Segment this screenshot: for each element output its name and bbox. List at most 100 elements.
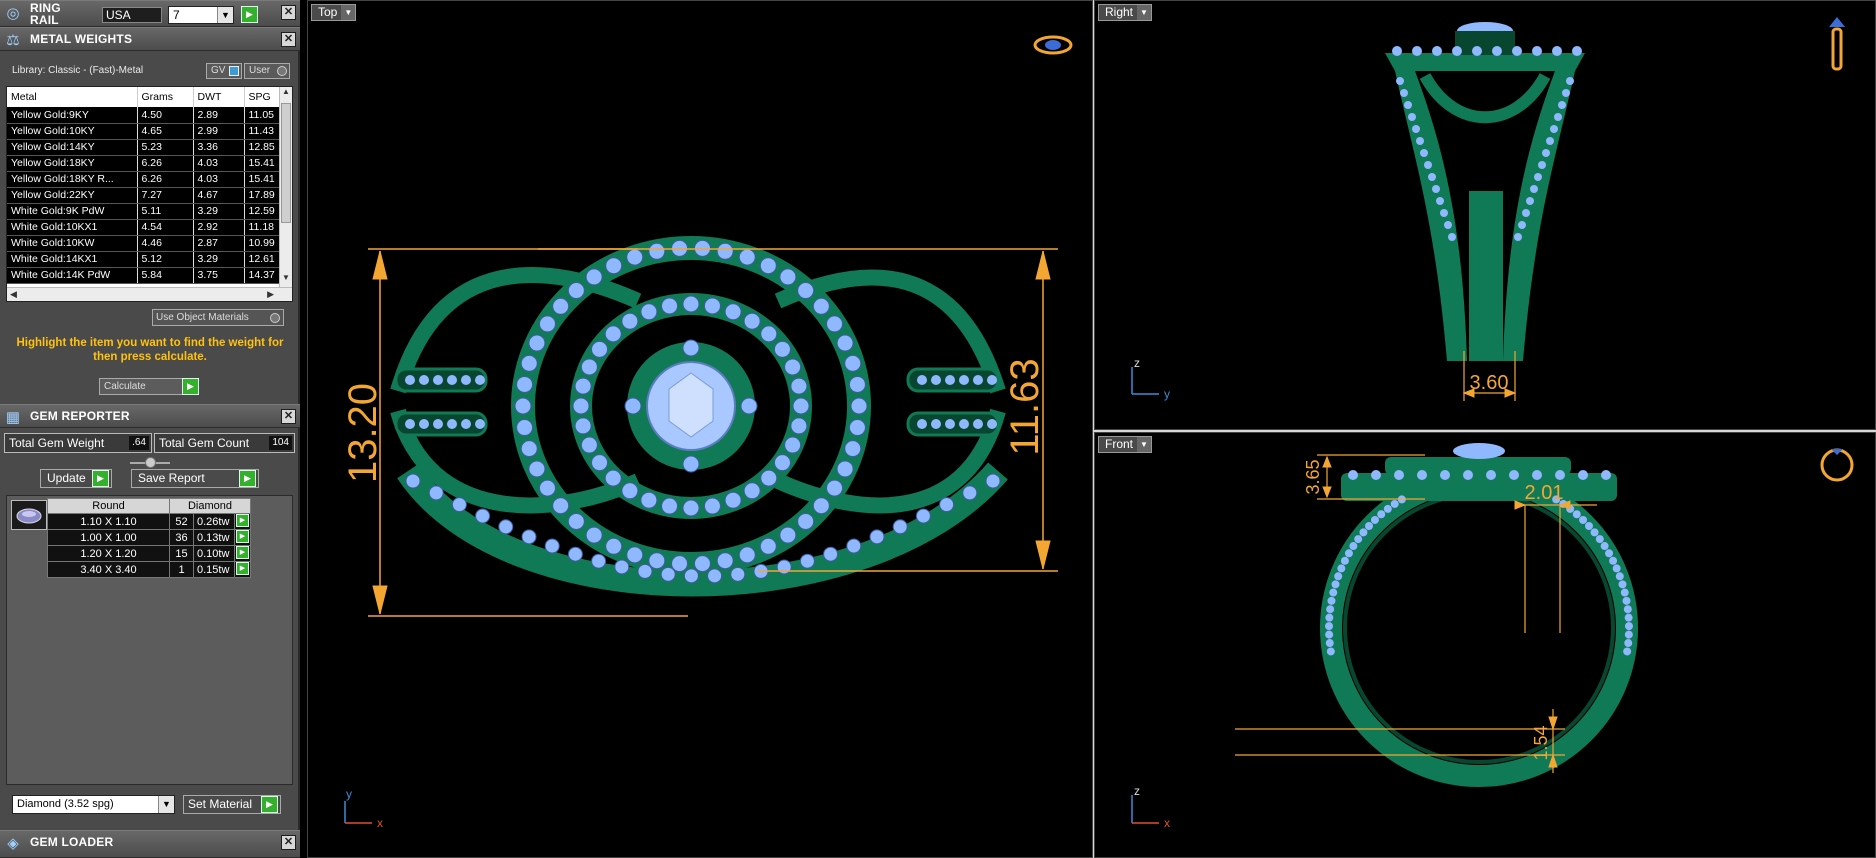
outer-halo-gem <box>528 334 546 352</box>
scroll-up-icon[interactable]: ▲ <box>280 87 292 101</box>
middle-halo-gem <box>784 358 802 376</box>
metal-name-cell: White Gold:10KX1 <box>7 219 138 236</box>
gv-toggle-indicator[interactable] <box>229 66 239 76</box>
round-gem-thumbnail[interactable] <box>11 500 47 530</box>
use-object-materials-indicator[interactable] <box>270 313 280 323</box>
gem-row-action[interactable]: ▶ <box>234 545 251 562</box>
gem-reporter-close-icon[interactable]: ✕ <box>281 409 296 424</box>
head-gem <box>1412 46 1422 56</box>
column-header-dwt[interactable]: DWT <box>193 87 245 107</box>
save-report-button[interactable]: Save Report ▶ <box>131 469 259 488</box>
top-viewport[interactable]: 13.20 11.63 y x Top ▼ <box>307 0 1093 858</box>
metal-row[interactable]: Yellow Gold:9KY 4.50 2.89 11.05 <box>7 107 281 124</box>
side-gem <box>1546 137 1554 145</box>
chevron-down-icon[interactable]: ▼ <box>341 5 356 20</box>
dim-bottom-label: 1.54 <box>1531 725 1551 760</box>
column-header-metal[interactable]: Metal <box>7 87 138 107</box>
ring-rail-go-button[interactable]: ▶ <box>241 6 258 23</box>
scroll-right-icon[interactable]: ▶ <box>267 289 274 300</box>
metal-row[interactable]: Yellow Gold:18KY R... 6.26 4.03 15.41 <box>7 171 281 188</box>
user-toggle-indicator[interactable] <box>277 66 287 76</box>
middle-halo-gem <box>621 312 639 330</box>
metal-table-vertical-scrollbar[interactable]: ▲ ▼ <box>279 87 292 287</box>
set-material-button[interactable]: Set Material ▶ <box>183 795 281 814</box>
metal-grams-cell: 4.54 <box>137 219 194 236</box>
top-view-ring-icon[interactable] <box>1033 35 1073 55</box>
ring-rail-close-icon[interactable]: ✕ <box>281 5 296 20</box>
metal-row[interactable]: Yellow Gold:18KY 6.26 4.03 15.41 <box>7 155 281 172</box>
metal-row[interactable]: Yellow Gold:10KY 4.65 2.99 11.43 <box>7 123 281 140</box>
front-gem <box>1325 639 1334 648</box>
metal-row[interactable]: White Gold:14KX1 5.12 3.29 12.61 <box>7 251 281 268</box>
lower-band-gem <box>939 497 955 513</box>
top-view-label[interactable]: Top ▼ <box>311 4 357 21</box>
update-button[interactable]: Update ▶ <box>40 469 112 488</box>
calculate-go-icon[interactable]: ▶ <box>182 378 199 395</box>
scroll-left-icon[interactable]: ◀ <box>10 289 17 300</box>
column-header-spg[interactable]: SPG <box>244 87 281 107</box>
gem-select-icon[interactable]: ▶ <box>236 546 249 559</box>
set-material-go-icon[interactable]: ▶ <box>261 796 278 813</box>
top-view-canvas: 13.20 11.63 y x <box>341 35 1073 830</box>
use-object-materials-toggle[interactable]: Use Object Materials <box>152 309 284 326</box>
band-gem <box>447 419 457 429</box>
gem-select-icon[interactable]: ▶ <box>236 530 249 543</box>
front-gem <box>1365 522 1374 531</box>
gem-loader-close-icon[interactable]: ✕ <box>281 835 296 850</box>
gem-row-action[interactable]: ▶ <box>234 513 251 530</box>
scroll-thumb[interactable] <box>281 103 291 223</box>
metal-dwt-cell: 2.99 <box>193 123 245 140</box>
outer-halo-gem <box>552 497 570 515</box>
chevron-down-icon[interactable]: ▼ <box>1137 5 1152 20</box>
lower-band-gem <box>892 519 908 535</box>
dim-width-label: 11.63 <box>1003 358 1047 455</box>
save-report-go-icon[interactable]: ▶ <box>239 470 256 487</box>
front-view-label[interactable]: Front ▼ <box>1098 436 1153 453</box>
splitter-handle[interactable] <box>145 457 156 468</box>
chevron-down-icon[interactable]: ▼ <box>217 7 233 23</box>
gem-row[interactable]: 1.00 X 1.00 36 0.13tw ▶ <box>47 529 251 546</box>
middle-halo-gem <box>580 436 598 454</box>
metal-row[interactable]: White Gold:14K PdW 5.84 3.75 14.37 <box>7 267 281 284</box>
metal-weights-close-icon[interactable]: ✕ <box>281 32 296 47</box>
ring-size-select[interactable]: 7 ▼ <box>168 6 234 24</box>
gem-select-icon[interactable]: ▶ <box>236 562 249 575</box>
gv-toggle[interactable]: GV <box>206 63 242 79</box>
metal-row[interactable]: White Gold:9K PdW 5.11 3.29 12.59 <box>7 203 281 220</box>
metal-row[interactable]: White Gold:10KX1 4.54 2.92 11.18 <box>7 219 281 236</box>
chevron-down-icon[interactable]: ▼ <box>1137 437 1152 452</box>
right-viewport[interactable]: 3.60 z y Right ▼ <box>1094 0 1876 430</box>
gem-report-icon: ▦ <box>5 409 21 426</box>
column-header-grams[interactable]: Grams <box>137 87 194 107</box>
gem-select-icon[interactable]: ▶ <box>236 514 249 527</box>
gem-reporter-splitter[interactable] <box>130 457 170 468</box>
gem-material-select[interactable]: Diamond (3.52 spg) ▼ <box>12 795 175 814</box>
gem-row[interactable]: 1.10 X 1.10 52 0.26tw ▶ <box>47 513 251 530</box>
front-viewport[interactable]: 3.65 2.01 1.54 z x Front ▼ <box>1094 432 1876 858</box>
scroll-down-icon[interactable]: ▼ <box>280 273 292 287</box>
gem-row-action[interactable]: ▶ <box>234 561 251 578</box>
front-view-ring-icon[interactable] <box>1820 448 1854 482</box>
right-view-ring-icon[interactable] <box>1829 17 1845 71</box>
chevron-down-icon[interactable]: ▼ <box>158 796 174 813</box>
update-go-icon[interactable]: ▶ <box>92 470 109 487</box>
metal-spg-cell: 12.61 <box>244 251 281 268</box>
metal-name-cell: Yellow Gold:22KY <box>7 187 138 204</box>
total-gem-weight-value: .64 <box>129 436 149 450</box>
metal-row[interactable]: Yellow Gold:22KY 7.27 4.67 17.89 <box>7 187 281 204</box>
metal-table-header-row: Metal Grams DWT SPG <box>7 87 281 107</box>
metal-name-cell: Yellow Gold:14KY <box>7 139 138 156</box>
total-gem-count-label: Total Gem Count <box>159 436 250 450</box>
metal-table-horizontal-scrollbar[interactable]: ◀ ▶ <box>7 287 292 301</box>
gem-row[interactable]: 3.40 X 3.40 1 0.15tw ▶ <box>47 561 251 578</box>
gem-row-action[interactable]: ▶ <box>234 529 251 546</box>
country-select[interactable]: USA <box>102 7 162 23</box>
gem-row[interactable]: 1.20 X 1.20 15 0.10tw ▶ <box>47 545 251 562</box>
metal-row[interactable]: Yellow Gold:14KY 5.23 3.36 12.85 <box>7 139 281 156</box>
calculate-button[interactable]: Calculate ▶ <box>99 378 199 395</box>
right-view-label[interactable]: Right ▼ <box>1098 4 1153 21</box>
metal-row[interactable]: White Gold:10KW 4.46 2.87 10.99 <box>7 235 281 252</box>
middle-halo-gem <box>724 491 742 509</box>
metal-spg-cell: 15.41 <box>244 171 281 188</box>
user-toggle[interactable]: User <box>244 63 290 79</box>
